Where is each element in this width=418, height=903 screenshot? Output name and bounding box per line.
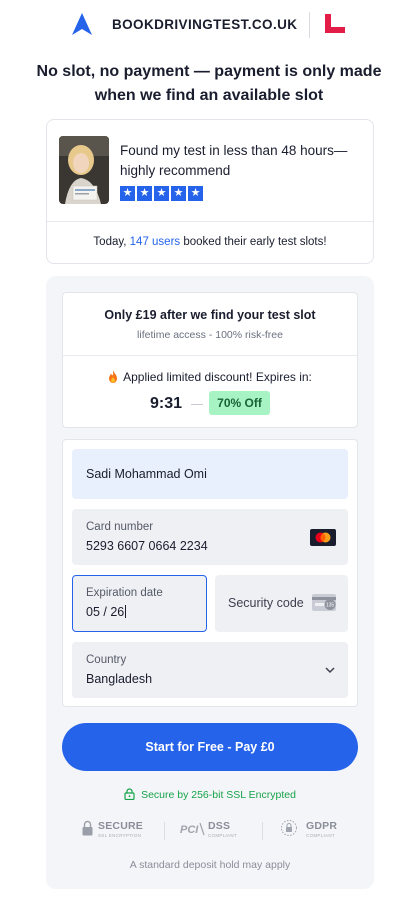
star-icon: ★ [154, 186, 169, 201]
gdpr-shield-icon [281, 820, 297, 836]
offer-card: Only £19 after we find your test slot li… [62, 292, 358, 428]
dss-badge-title: DSS [208, 820, 231, 832]
checkout-panel: Only £19 after we find your test slot li… [46, 276, 374, 889]
card-number-label: Card number [86, 521, 154, 533]
gdpr-badge-title: GDPR [306, 820, 338, 832]
star-icon: ★ [137, 186, 152, 201]
discount-line: Applied limited discount! Expires in: [63, 370, 357, 384]
today-suffix: booked their early test slots! [180, 236, 327, 248]
l-plate-icon [325, 14, 345, 33]
discount-text: Applied limited discount! Expires in: [123, 370, 312, 384]
mastercard-icon [310, 529, 336, 546]
ssl-text: Secure by 256-bit SSL Encrypted [141, 789, 296, 801]
security-code-placeholder: Security code [228, 596, 304, 610]
secure-badge-title: SECURE [98, 820, 143, 832]
offer-subtitle: lifetime access - 100% risk-free [137, 329, 283, 341]
card-number-value: 5293 6607 0664 2234 [86, 539, 208, 553]
fire-icon [109, 370, 118, 383]
ssl-notice: Secure by 256-bit SSL Encrypted [46, 788, 374, 801]
offer-title: Only £19 after we find your test slot [104, 308, 316, 322]
badge-separator [164, 822, 165, 840]
review-divider [47, 221, 373, 222]
countdown-timer: 9:31 [150, 395, 183, 412]
dss-badge-sub: COMPLIANT [208, 833, 237, 838]
country-label: Country [86, 654, 127, 666]
gdpr-badge-sub: COMPLIANT [306, 833, 335, 838]
country-value: Bangladesh [86, 672, 153, 686]
star-icon: ★ [188, 186, 203, 201]
timer-row: 9:31 70% Off [63, 391, 357, 417]
padlock-icon [82, 820, 93, 836]
arrow-up-logo-icon[interactable] [70, 12, 94, 36]
lock-icon [124, 788, 135, 800]
chevron-down-icon [325, 667, 335, 674]
security-code-field[interactable]: Security code 135 [215, 575, 348, 632]
pay-button[interactable]: Start for Free - Pay £0 [62, 723, 358, 771]
expiration-date-label: Expiration date [86, 587, 163, 599]
today-user-count: 147 users [129, 236, 181, 248]
country-select[interactable]: Country Bangladesh [72, 642, 348, 698]
star-icon: ★ [171, 186, 186, 201]
payment-form: Sadi Mohammad Omi Card number 5293 6607 … [62, 439, 358, 707]
review-card: Found my test in less than 48 hours— hig… [46, 119, 374, 264]
discount-badge: 70% Off [209, 391, 270, 415]
review-quote: Found my test in less than 48 hours— hig… [120, 143, 348, 178]
deposit-note: A standard deposit hold may apply [129, 859, 291, 871]
pci-icon: PCI [180, 822, 205, 836]
offer-divider [63, 355, 357, 356]
trust-badges: SECURE SSL ENCRYPTION PCI DSS COMPLIANT … [46, 818, 374, 842]
pci-dss-badge: PCI DSS COMPLIANT [180, 818, 250, 842]
secure-badge-sub: SSL ENCRYPTION [98, 833, 142, 838]
star-icon: ★ [120, 186, 135, 201]
expiration-date-value: 05 / 26 [86, 605, 127, 619]
gdpr-badge: GDPR COMPLIANT [280, 818, 350, 842]
today-bookings-line: Today, 147 users booked their early test… [47, 236, 373, 248]
badge-separator [262, 822, 263, 840]
secure-badge: SECURE SSL ENCRYPTION [82, 818, 162, 842]
text-caret [125, 605, 127, 618]
expiration-date-text: 05 / 26 [86, 605, 125, 619]
pci-icon-text: PCI [180, 824, 199, 836]
cvc-icon-text: 135 [326, 603, 335, 609]
cvc-card-icon: 135 [312, 594, 336, 611]
site-header: BOOKDRIVINGTEST.CO.UK [0, 0, 418, 50]
header-divider [309, 12, 310, 38]
card-number-field[interactable]: Card number 5293 6607 0664 2234 [72, 509, 348, 565]
page-headline: No slot, no payment — payment is only ma… [36, 63, 382, 104]
timer-separator [191, 404, 203, 405]
expiration-date-field[interactable]: Expiration date 05 / 26 [72, 575, 207, 632]
today-prefix: Today, [93, 236, 130, 248]
cardholder-name-field[interactable]: Sadi Mohammad Omi [72, 449, 348, 499]
brand-name[interactable]: BOOKDRIVINGTEST.CO.UK [112, 17, 297, 32]
reviewer-photo [59, 136, 109, 204]
cardholder-name-value: Sadi Mohammad Omi [86, 467, 207, 481]
star-rating: ★ ★ ★ ★ ★ [120, 186, 203, 201]
